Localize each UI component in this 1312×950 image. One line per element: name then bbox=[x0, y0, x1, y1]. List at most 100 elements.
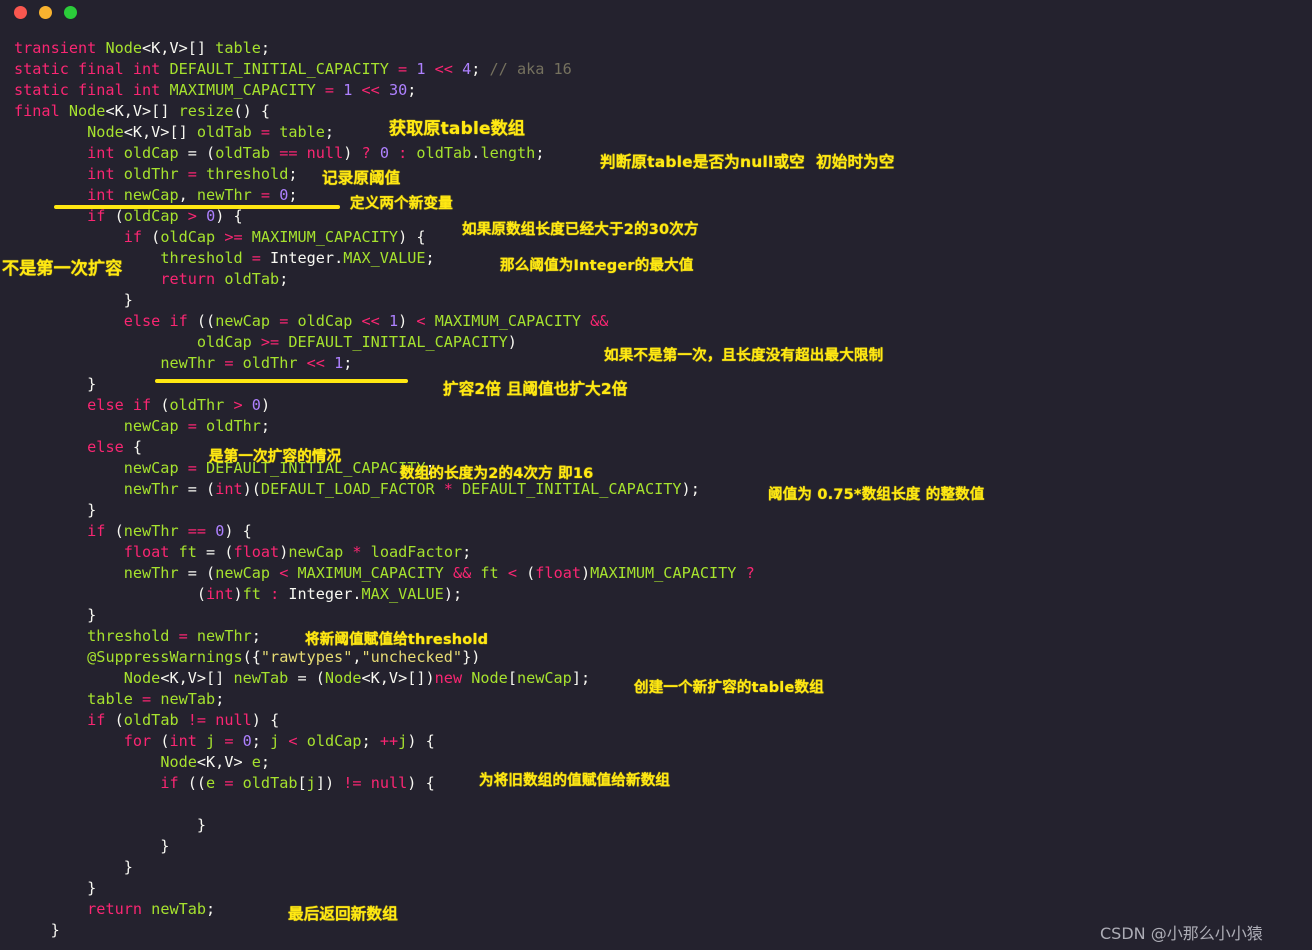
code-line: newThr = (int)(DEFAULT_LOAD_FACTOR * DEF… bbox=[0, 479, 1312, 500]
code-line: } bbox=[0, 878, 1312, 899]
code-token: oldTab bbox=[196, 123, 252, 141]
maximize-window-icon[interactable] bbox=[64, 6, 77, 19]
code-line: newCap = DEFAULT_INITIAL_CAPACITY; bbox=[0, 458, 1312, 479]
code-token: Node bbox=[324, 669, 362, 687]
code-token: static final int bbox=[14, 60, 170, 78]
code-token: = bbox=[270, 312, 298, 330]
code-token: oldCap bbox=[297, 312, 353, 330]
code-token: } bbox=[14, 837, 170, 855]
annotation-text: 定义两个新变量 bbox=[350, 196, 453, 212]
code-token: } bbox=[14, 879, 97, 897]
code-token: [ bbox=[297, 774, 307, 792]
code-token: oldTab bbox=[242, 774, 298, 792]
code-token: table bbox=[215, 39, 261, 57]
code-token: ++ bbox=[379, 732, 399, 750]
code-token: j bbox=[206, 732, 216, 750]
code-token: DEFAULT_INITIAL_CAPACITY bbox=[169, 60, 389, 78]
code-token: newThr bbox=[123, 522, 179, 540]
code-token: >= bbox=[215, 228, 252, 246]
code-token: ; bbox=[343, 354, 353, 372]
close-window-icon[interactable] bbox=[14, 6, 27, 19]
code-line: newThr = (newCap < MAXIMUM_CAPACITY && f… bbox=[0, 563, 1312, 584]
code-token: ft bbox=[242, 585, 261, 603]
code-token: else bbox=[87, 438, 133, 456]
code-editor-content[interactable]: transient Node<K,V>[] table; static final… bbox=[0, 38, 1312, 941]
code-token: else if bbox=[87, 396, 161, 414]
code-line: @SuppressWarnings({"rawtypes","unchecked… bbox=[0, 647, 1312, 668]
code-token: = bbox=[169, 627, 197, 645]
code-line: int newCap, newThr = 0; bbox=[0, 185, 1312, 206]
code-token: Node bbox=[105, 39, 143, 57]
code-token: newThr bbox=[196, 186, 252, 204]
code-token: ); bbox=[443, 585, 463, 603]
csdn-watermark: CSDN @小那么小小猿 bbox=[1100, 924, 1263, 943]
code-token: <K,V>[] bbox=[142, 39, 216, 57]
annotation-text: 记录原阈值 bbox=[322, 169, 401, 187]
code-token: ; bbox=[215, 690, 225, 708]
code-token: threshold bbox=[206, 165, 289, 183]
code-token: newCap bbox=[123, 459, 179, 477]
code-line: float ft = (float)newCap * loadFactor; bbox=[0, 542, 1312, 563]
code-token: [ bbox=[507, 669, 517, 687]
code-token: < bbox=[416, 312, 435, 330]
highlight-underline bbox=[155, 379, 408, 383]
code-token: ( bbox=[14, 585, 207, 603]
code-line: else if (oldThr > 0) bbox=[0, 395, 1312, 416]
code-token: if bbox=[87, 711, 115, 729]
code-token: )( bbox=[242, 480, 261, 498]
code-token: newThr bbox=[123, 480, 179, 498]
window-titlebar bbox=[0, 0, 1312, 30]
code-token: "rawtypes" bbox=[260, 648, 353, 666]
code-token: newThr bbox=[196, 627, 252, 645]
code-token: ( bbox=[526, 564, 536, 582]
code-token: = bbox=[215, 774, 243, 792]
code-token: && bbox=[581, 312, 609, 330]
code-token: null bbox=[306, 144, 344, 162]
code-token: e bbox=[251, 753, 261, 771]
code-line: } bbox=[0, 605, 1312, 626]
code-token: MAXIMUM_CAPACITY bbox=[169, 81, 316, 99]
code-token: Node bbox=[123, 669, 161, 687]
code-token: ) bbox=[507, 333, 517, 351]
code-token: <K,V>[] bbox=[123, 123, 197, 141]
code-token: transient bbox=[14, 39, 106, 57]
code-token: ; bbox=[260, 753, 271, 771]
annotation-text: 如果不是第一次，且长度没有超出最大限制 bbox=[604, 348, 884, 364]
code-token: j bbox=[270, 732, 280, 750]
code-token: ) { bbox=[251, 711, 280, 729]
code-token: && bbox=[443, 564, 481, 582]
minimize-window-icon[interactable] bbox=[39, 6, 52, 19]
code-token: DEFAULT_INITIAL_CAPACITY bbox=[288, 333, 508, 351]
annotation-text: 不是第一次扩容 bbox=[2, 259, 123, 279]
code-token: newTab bbox=[160, 690, 216, 708]
code-token: final bbox=[14, 102, 69, 120]
code-token: Node bbox=[471, 669, 508, 687]
code-token: } bbox=[14, 858, 133, 876]
code-token: = bbox=[242, 249, 271, 267]
code-token: ) bbox=[233, 585, 243, 603]
code-line: (int)ft : Integer.MAX_VALUE); bbox=[0, 584, 1312, 605]
code-token: j bbox=[306, 774, 316, 792]
code-token: 0 bbox=[215, 522, 225, 540]
annotation-text: 获取原table数组 bbox=[389, 119, 526, 139]
code-token: Node bbox=[160, 753, 197, 771]
annotation-text: 创建一个新扩容的table数组 bbox=[634, 680, 824, 696]
code-token: MAXIMUM_CAPACITY bbox=[251, 228, 399, 246]
code-token: , bbox=[352, 648, 362, 666]
code-token: Integer bbox=[288, 585, 353, 603]
code-token: != bbox=[178, 711, 216, 729]
code-token: ; bbox=[260, 417, 271, 435]
code-token: int bbox=[206, 585, 234, 603]
code-line: static final int DEFAULT_INITIAL_CAPACIT… bbox=[0, 59, 1312, 80]
code-token: oldCap bbox=[123, 144, 179, 162]
traffic-light-group bbox=[14, 6, 77, 19]
code-token: 0 bbox=[242, 732, 252, 750]
